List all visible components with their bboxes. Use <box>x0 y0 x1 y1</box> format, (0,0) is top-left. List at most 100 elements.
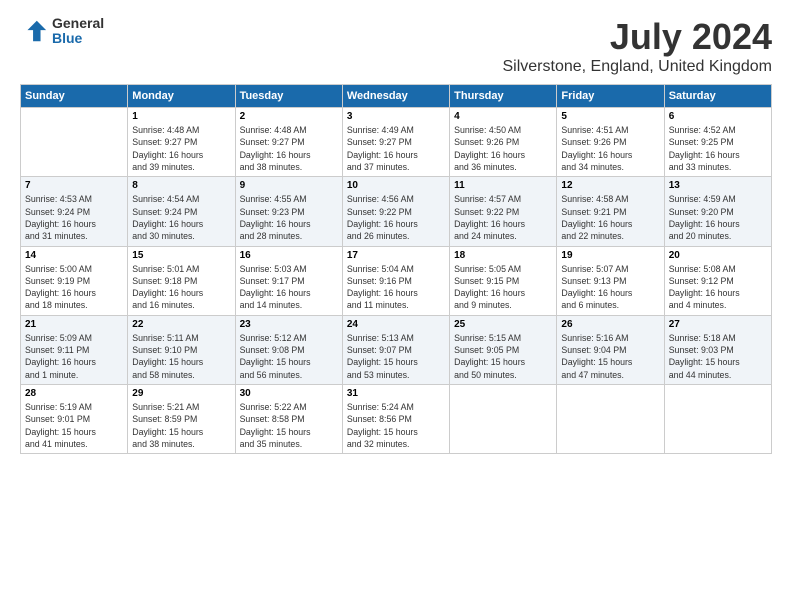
calendar-header-friday: Friday <box>557 85 664 108</box>
day-info: Sunrise: 4:57 AM Sunset: 9:22 PM Dayligh… <box>454 193 552 242</box>
calendar-cell: 3 Sunrise: 4:49 AM Sunset: 9:27 PM Daylig… <box>342 108 449 177</box>
day-info: Sunrise: 5:24 AM Sunset: 8:56 PM Dayligh… <box>347 401 445 450</box>
calendar-cell: 4 Sunrise: 4:50 AM Sunset: 9:26 PM Daylig… <box>450 108 557 177</box>
calendar-table: SundayMondayTuesdayWednesdayThursdayFrid… <box>20 84 772 454</box>
day-info: Sunrise: 5:05 AM Sunset: 9:15 PM Dayligh… <box>454 263 552 312</box>
calendar-header-sunday: Sunday <box>21 85 128 108</box>
calendar-cell: 12 Sunrise: 4:58 AM Sunset: 9:21 PM Dayli… <box>557 177 664 246</box>
day-number: 8 <box>132 180 230 191</box>
calendar-cell: 27Sunrise: 5:18 AM Sunset: 9:03 PM Dayli… <box>664 315 771 384</box>
logo-text: General Blue <box>52 16 104 47</box>
calendar-cell <box>664 385 771 454</box>
calendar-header-thursday: Thursday <box>450 85 557 108</box>
calendar-cell <box>557 385 664 454</box>
day-number: 2 <box>240 111 338 122</box>
calendar-cell: 1Sunrise: 4:48 AM Sunset: 9:27 PM Daylig… <box>128 108 235 177</box>
day-number: 7 <box>25 180 123 191</box>
calendar-cell: 13Sunrise: 4:59 AM Sunset: 9:20 PM Dayli… <box>664 177 771 246</box>
day-number: 9 <box>240 180 338 191</box>
day-number: 30 <box>240 388 338 399</box>
calendar-cell: 31 Sunrise: 5:24 AM Sunset: 8:56 PM Dayli… <box>342 385 449 454</box>
day-number: 28 <box>25 388 123 399</box>
calendar-cell: 10 Sunrise: 4:56 AM Sunset: 9:22 PM Dayli… <box>342 177 449 246</box>
calendar-header-monday: Monday <box>128 85 235 108</box>
calendar-cell: 16 Sunrise: 5:03 AM Sunset: 9:17 PM Dayli… <box>235 246 342 315</box>
logo-blue: Blue <box>52 31 104 46</box>
day-number: 11 <box>454 180 552 191</box>
day-number: 31 <box>347 388 445 399</box>
calendar-cell: 21 Sunrise: 5:09 AM Sunset: 9:11 PM Dayli… <box>21 315 128 384</box>
day-number: 19 <box>561 250 659 261</box>
calendar-cell <box>450 385 557 454</box>
calendar-header-row: SundayMondayTuesdayWednesdayThursdayFrid… <box>21 85 772 108</box>
calendar-cell: 2Sunrise: 4:48 AM Sunset: 9:27 PM Daylig… <box>235 108 342 177</box>
calendar-cell: 24Sunrise: 5:13 AM Sunset: 9:07 PM Dayli… <box>342 315 449 384</box>
day-info: Sunrise: 4:54 AM Sunset: 9:24 PM Dayligh… <box>132 193 230 242</box>
day-info: Sunrise: 4:58 AM Sunset: 9:21 PM Dayligh… <box>561 193 659 242</box>
day-info: Sunrise: 4:56 AM Sunset: 9:22 PM Dayligh… <box>347 193 445 242</box>
day-info: Sunrise: 5:11 AM Sunset: 9:10 PM Dayligh… <box>132 332 230 381</box>
calendar-cell: 8 Sunrise: 4:54 AM Sunset: 9:24 PM Daylig… <box>128 177 235 246</box>
day-number: 21 <box>25 319 123 330</box>
day-info: Sunrise: 5:22 AM Sunset: 8:58 PM Dayligh… <box>240 401 338 450</box>
calendar-cell: 25 Sunrise: 5:15 AM Sunset: 9:05 PM Dayli… <box>450 315 557 384</box>
calendar-header-tuesday: Tuesday <box>235 85 342 108</box>
day-number: 27 <box>669 319 767 330</box>
day-number: 13 <box>669 180 767 191</box>
logo-general: General <box>52 16 104 31</box>
day-info: Sunrise: 5:16 AM Sunset: 9:04 PM Dayligh… <box>561 332 659 381</box>
day-info: Sunrise: 5:04 AM Sunset: 9:16 PM Dayligh… <box>347 263 445 312</box>
day-info: Sunrise: 5:01 AM Sunset: 9:18 PM Dayligh… <box>132 263 230 312</box>
header: General Blue July 2024 Silverstone, Engl… <box>20 16 772 76</box>
day-info: Sunrise: 5:12 AM Sunset: 9:08 PM Dayligh… <box>240 332 338 381</box>
day-number: 20 <box>669 250 767 261</box>
day-info: Sunrise: 5:08 AM Sunset: 9:12 PM Dayligh… <box>669 263 767 312</box>
calendar-cell: 19 Sunrise: 5:07 AM Sunset: 9:13 PM Dayli… <box>557 246 664 315</box>
day-info: Sunrise: 5:19 AM Sunset: 9:01 PM Dayligh… <box>25 401 123 450</box>
calendar-cell: 6 Sunrise: 4:52 AM Sunset: 9:25 PM Daylig… <box>664 108 771 177</box>
calendar-header-saturday: Saturday <box>664 85 771 108</box>
day-number: 4 <box>454 111 552 122</box>
calendar-cell: 9 Sunrise: 4:55 AM Sunset: 9:23 PM Daylig… <box>235 177 342 246</box>
day-info: Sunrise: 4:50 AM Sunset: 9:26 PM Dayligh… <box>454 124 552 173</box>
title-block: July 2024 Silverstone, England, United K… <box>503 16 773 76</box>
day-info: Sunrise: 4:49 AM Sunset: 9:27 PM Dayligh… <box>347 124 445 173</box>
day-number: 10 <box>347 180 445 191</box>
calendar-cell: 30 Sunrise: 5:22 AM Sunset: 8:58 PM Dayli… <box>235 385 342 454</box>
day-number: 24 <box>347 319 445 330</box>
day-info: Sunrise: 4:55 AM Sunset: 9:23 PM Dayligh… <box>240 193 338 242</box>
calendar-week-row: 14Sunrise: 5:00 AM Sunset: 9:19 PM Dayli… <box>21 246 772 315</box>
day-number: 17 <box>347 250 445 261</box>
day-number: 15 <box>132 250 230 261</box>
day-number: 23 <box>240 319 338 330</box>
day-number: 18 <box>454 250 552 261</box>
calendar-cell: 28 Sunrise: 5:19 AM Sunset: 9:01 PM Dayli… <box>21 385 128 454</box>
calendar-week-row: 7 Sunrise: 4:53 AM Sunset: 9:24 PM Daylig… <box>21 177 772 246</box>
day-info: Sunrise: 4:52 AM Sunset: 9:25 PM Dayligh… <box>669 124 767 173</box>
day-number: 1 <box>132 111 230 122</box>
calendar-cell: 14Sunrise: 5:00 AM Sunset: 9:19 PM Dayli… <box>21 246 128 315</box>
day-number: 6 <box>669 111 767 122</box>
calendar-cell: 22 Sunrise: 5:11 AM Sunset: 9:10 PM Dayli… <box>128 315 235 384</box>
day-number: 22 <box>132 319 230 330</box>
day-info: Sunrise: 5:03 AM Sunset: 9:17 PM Dayligh… <box>240 263 338 312</box>
calendar-cell: 7 Sunrise: 4:53 AM Sunset: 9:24 PM Daylig… <box>21 177 128 246</box>
day-info: Sunrise: 5:00 AM Sunset: 9:19 PM Dayligh… <box>25 263 123 312</box>
day-info: Sunrise: 5:15 AM Sunset: 9:05 PM Dayligh… <box>454 332 552 381</box>
day-number: 29 <box>132 388 230 399</box>
subtitle: Silverstone, England, United Kingdom <box>503 58 773 76</box>
day-info: Sunrise: 5:07 AM Sunset: 9:13 PM Dayligh… <box>561 263 659 312</box>
day-number: 16 <box>240 250 338 261</box>
day-info: Sunrise: 4:51 AM Sunset: 9:26 PM Dayligh… <box>561 124 659 173</box>
day-number: 12 <box>561 180 659 191</box>
calendar-week-row: 1Sunrise: 4:48 AM Sunset: 9:27 PM Daylig… <box>21 108 772 177</box>
day-number: 25 <box>454 319 552 330</box>
logo-icon <box>20 17 48 45</box>
day-info: Sunrise: 5:09 AM Sunset: 9:11 PM Dayligh… <box>25 332 123 381</box>
day-number: 3 <box>347 111 445 122</box>
calendar-cell: 20 Sunrise: 5:08 AM Sunset: 9:12 PM Dayli… <box>664 246 771 315</box>
calendar-cell: 11 Sunrise: 4:57 AM Sunset: 9:22 PM Dayli… <box>450 177 557 246</box>
calendar-week-row: 28 Sunrise: 5:19 AM Sunset: 9:01 PM Dayli… <box>21 385 772 454</box>
calendar-cell: 18 Sunrise: 5:05 AM Sunset: 9:15 PM Dayli… <box>450 246 557 315</box>
day-info: Sunrise: 4:53 AM Sunset: 9:24 PM Dayligh… <box>25 193 123 242</box>
